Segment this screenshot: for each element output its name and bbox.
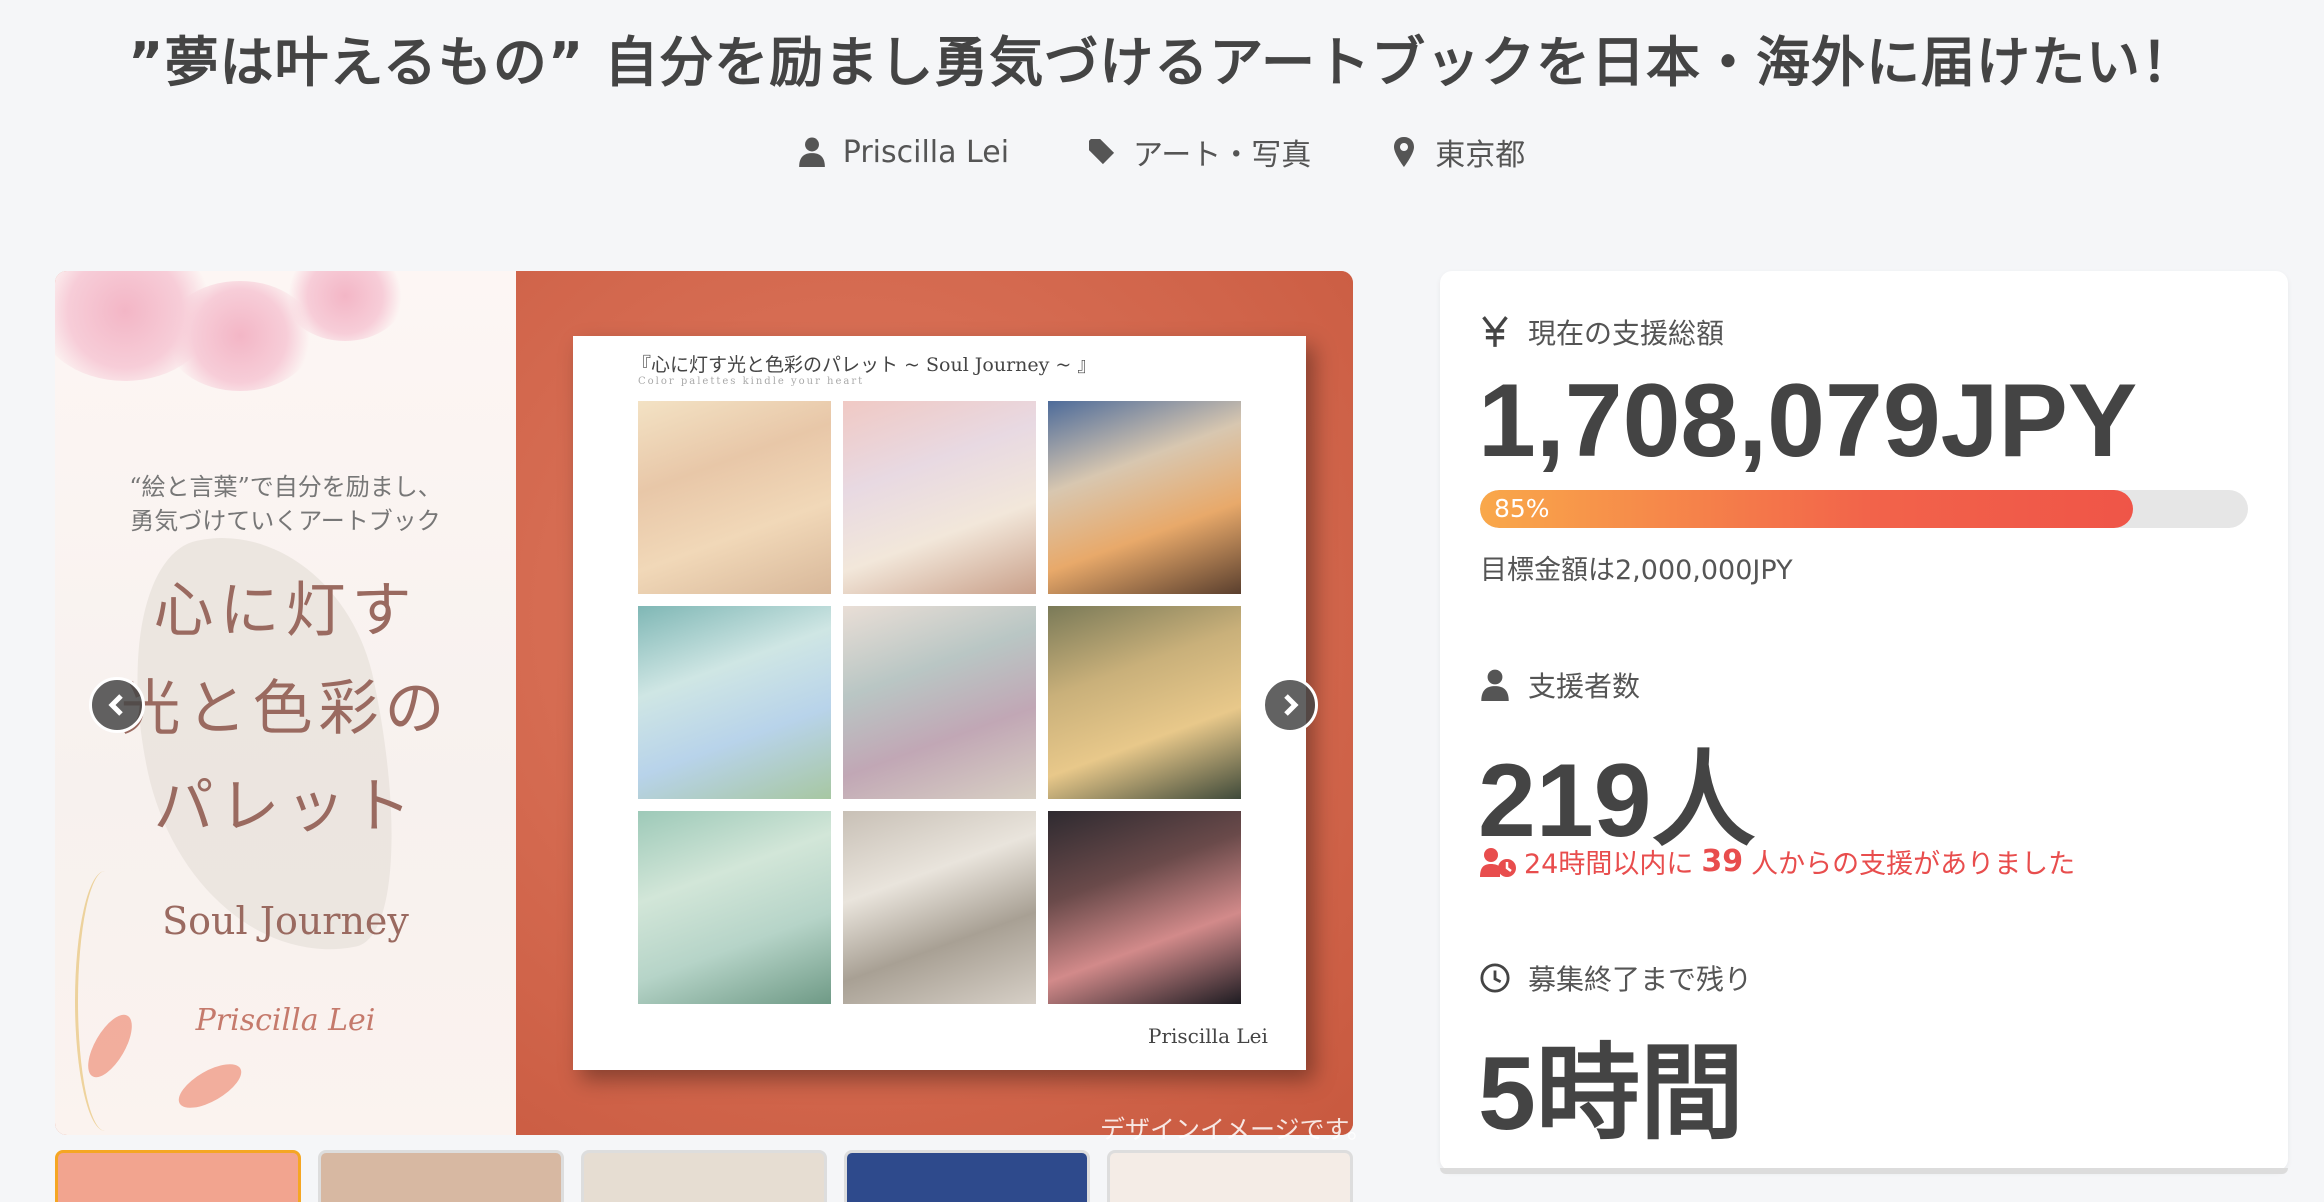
total-label-text: 現在の支援総額	[1528, 317, 1725, 350]
remaining-time: 5時間	[1478, 1036, 1744, 1152]
location-label: 東京都	[1435, 138, 1526, 173]
tag-icon	[1089, 139, 1115, 165]
thumbnail[interactable]	[1107, 1150, 1353, 1202]
thumbnail[interactable]	[844, 1150, 1090, 1202]
user-clock-icon	[1480, 847, 1516, 877]
recent-prefix: 24時間以内に	[1524, 849, 1694, 880]
user-icon	[1481, 669, 1509, 701]
funding-progress-bar: 85%	[1480, 490, 2248, 528]
artwork-tile	[638, 606, 831, 799]
artwork-tile	[843, 606, 1036, 799]
user-icon	[798, 137, 825, 167]
book-subtitle: Color palettes kindle your heart	[638, 376, 865, 387]
thumbnail[interactable]	[318, 1150, 564, 1202]
backers-label-text: 支援者数	[1528, 670, 1641, 703]
yen-icon	[1482, 316, 1508, 347]
progress-percent: 85%	[1494, 494, 1550, 523]
total-amount: 1,708,079JPY	[1478, 363, 2138, 479]
category-link[interactable]: アート・写真	[1089, 130, 1311, 174]
artwork-tile	[1048, 811, 1241, 1004]
total-label: 現在の支援総額	[1480, 312, 1724, 352]
cover-english-title: Soul Journey	[162, 899, 409, 943]
clock-icon	[1480, 963, 1510, 993]
location-link[interactable]: 東京都	[1391, 130, 1525, 174]
author-link[interactable]: Priscilla Lei	[798, 130, 1010, 174]
project-title: ”夢は叶えるもの” 自分を励まし勇気づけるアートブックを日本・海外に届けたい！	[128, 31, 2196, 94]
progress-fill	[1480, 490, 2133, 528]
thumbnail-strip	[55, 1150, 1353, 1202]
goal-amount: 目標金額は2,000,000JPY	[1480, 555, 1793, 586]
thumbnail[interactable]	[55, 1150, 301, 1202]
carousel-prev-button[interactable]	[89, 677, 145, 733]
cover-signature: Priscilla Lei	[195, 1003, 376, 1038]
recent-backers-notice: 24時間以内に 39 人からの支援がありました	[1480, 842, 2075, 881]
recent-suffix: 人からの支援がありました	[1751, 849, 2076, 880]
cover-title-line3: パレット	[153, 772, 418, 842]
artwork-tile	[638, 811, 831, 1004]
cover-title-line1: 心に灯す	[153, 576, 418, 646]
carousel-next-button[interactable]	[1262, 677, 1318, 733]
backers-label: 支援者数	[1480, 665, 1640, 705]
artwork-tile	[843, 401, 1036, 594]
artwork-tile	[1048, 606, 1241, 799]
author-name: Priscilla Lei	[842, 134, 1010, 170]
panel-shadow	[1440, 1168, 2288, 1174]
recent-count: 39	[1701, 844, 1744, 879]
cover-subtitle-line2: 勇気づけていくアートブック	[130, 507, 441, 535]
category-label: アート・写真	[1133, 138, 1312, 173]
book-title: 『心に灯す光と色彩のパレット ~ Soul Journey ~ 』	[632, 354, 1097, 376]
cover-subtitle-line1: “絵と言葉”で自分を励まし、	[129, 473, 442, 501]
remaining-label-text: 募集終了まで残り	[1528, 963, 1753, 996]
koi-decoration	[172, 1055, 248, 1117]
artwork-tile	[843, 811, 1036, 1004]
book-author: Priscilla Lei	[1148, 1024, 1268, 1048]
chevron-right-icon	[1284, 694, 1299, 716]
pin-icon	[1394, 137, 1415, 167]
artwork-tile	[638, 401, 831, 594]
thumbnail[interactable]	[581, 1150, 827, 1202]
remaining-label: 募集終了まで残り	[1480, 958, 1752, 998]
artwork-tile	[1048, 401, 1241, 594]
project-meta: Priscilla Lei アート・写真 東京都	[0, 130, 2324, 174]
design-image-watermark: デザインイメージです。	[1100, 1115, 1373, 1144]
chevron-left-icon	[108, 694, 123, 716]
